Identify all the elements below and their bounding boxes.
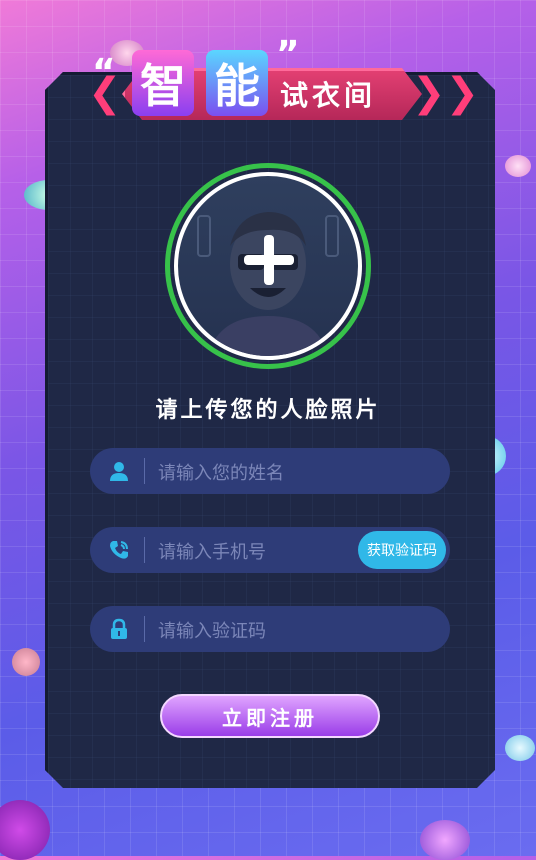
field-divider (144, 537, 145, 563)
decor-blob (505, 735, 535, 761)
code-input[interactable]: 请输入验证码 (158, 617, 266, 643)
name-field[interactable]: 请输入您的姓名 (90, 448, 450, 494)
decor-blob (12, 648, 40, 676)
right-chevron-icon: ❯❯ (412, 70, 480, 116)
phone-field[interactable]: 请输入手机号 获取验证码 (90, 527, 450, 573)
code-field[interactable]: 请输入验证码 (90, 606, 450, 652)
plus-icon[interactable] (244, 235, 294, 285)
banner-char-2: 能 (206, 50, 268, 116)
decor-blob (505, 155, 531, 177)
user-icon (110, 462, 128, 481)
name-input[interactable]: 请输入您的姓名 (158, 459, 284, 485)
lock-icon (111, 618, 127, 639)
banner-title-rest: 试衣间 (280, 79, 377, 112)
register-button[interactable]: 立即注册 (160, 694, 380, 738)
field-divider (144, 616, 145, 642)
banner-char-1: 智 (132, 50, 194, 116)
quote-open: “ (92, 52, 116, 93)
phone-icon (110, 541, 128, 559)
phone-input[interactable]: 请输入手机号 (158, 538, 266, 564)
upload-prompt: 请上传您的人脸照片 (155, 398, 381, 423)
title-banner: ❮❮ ❯❯ “ 智 能 ” 试衣间 (82, 34, 479, 132)
get-code-button[interactable]: 获取验证码 (358, 531, 446, 569)
decor-blob (420, 820, 470, 860)
quote-close: ” (276, 34, 300, 75)
field-divider (144, 458, 145, 484)
